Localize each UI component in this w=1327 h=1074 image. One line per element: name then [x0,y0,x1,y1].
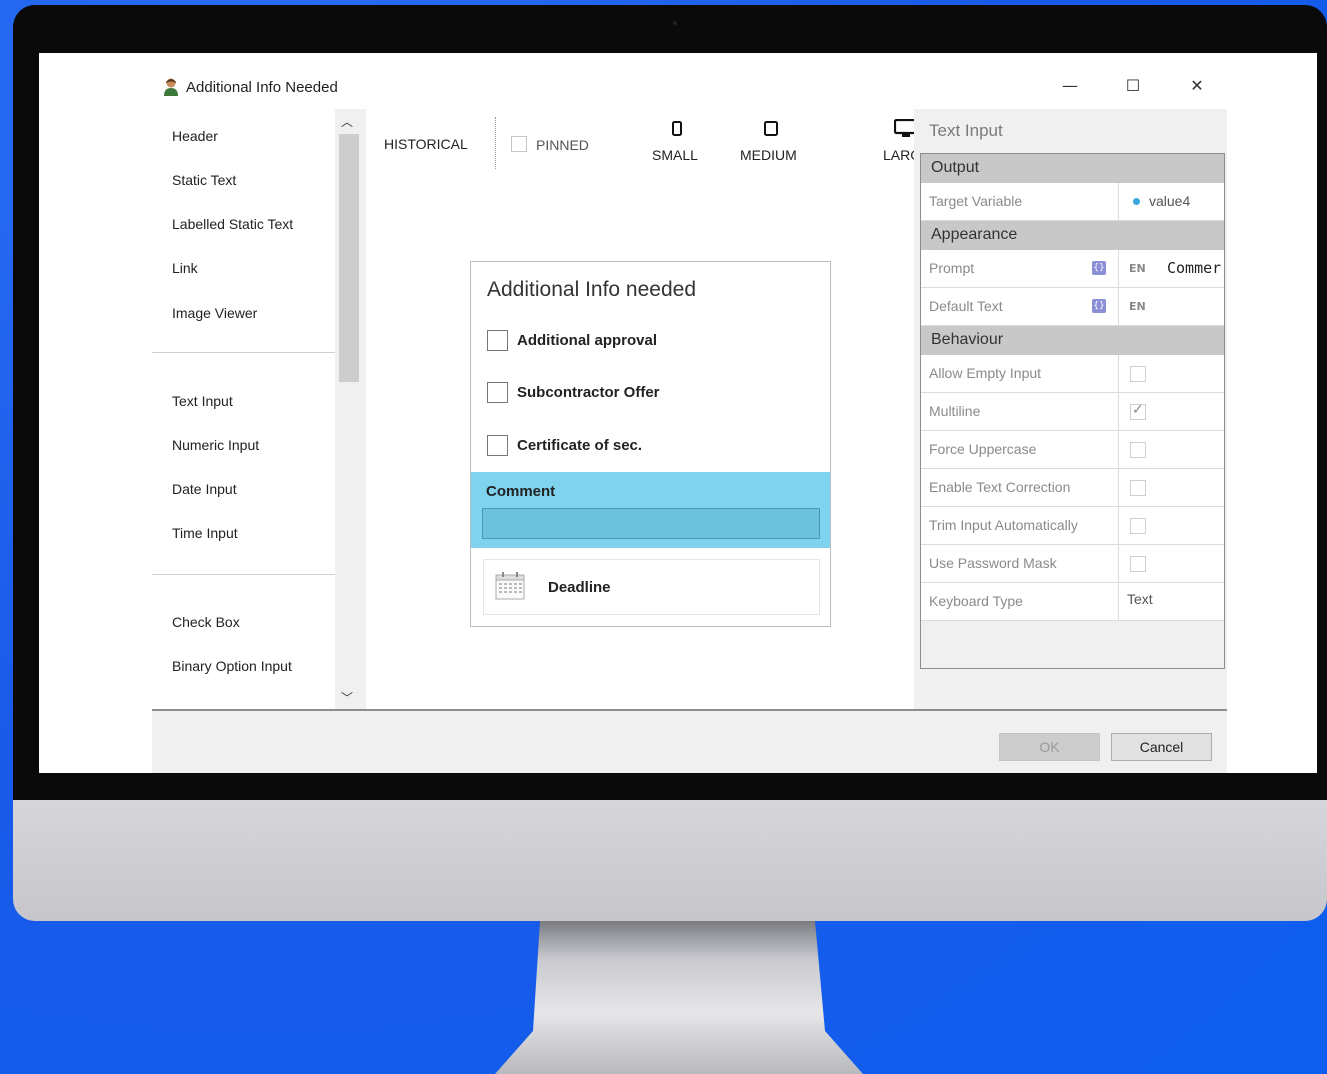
maximize-button[interactable]: ☐ [1122,75,1144,97]
checkbox-label: Additional approval [517,332,658,349]
scroll-up-icon[interactable]: ︿ [335,113,359,130]
toolbox-item-time-input[interactable]: Time Input [172,525,238,541]
minimize-button[interactable]: — [1059,75,1081,97]
target-variable-value[interactable]: value4 [1149,193,1190,209]
toolbar-divider [495,117,496,169]
toolbox-item-link[interactable]: Link [172,260,198,276]
property-keyboard-type[interactable]: Keyboard Type Text [921,583,1224,621]
toolbox-item-text-input[interactable]: Text Input [172,393,233,409]
camera [673,21,677,25]
properties-title: Text Input [929,121,1003,140]
calendar-icon [495,572,525,600]
property-grid: Output Target Variable value4 Appearance… [920,153,1225,669]
monitor-stand [495,921,863,1074]
property-checkbox[interactable] [1130,480,1146,496]
toolbox-item-check-box[interactable]: Check Box [172,614,240,630]
comment-input[interactable] [482,508,820,539]
medium-size-button[interactable]: MEDIUM [740,147,797,163]
deadline-label: Deadline [548,579,611,596]
toolbox-item-binary-option-input[interactable]: Binary Option Input [172,658,292,674]
localize-icon[interactable]: {} [1092,261,1106,275]
checkbox-label: Subcontractor Offer [517,384,660,401]
checkbox-box[interactable] [487,435,508,456]
toolbox-item-header[interactable]: Header [172,128,218,144]
property-use-password-mask[interactable]: Use Password Mask [921,545,1224,583]
toolbox-item-image-viewer[interactable]: Image Viewer [172,305,257,321]
monitor-chin [13,800,1327,921]
user-icon [164,78,178,96]
property-checkbox[interactable]: ✓ [1130,402,1146,420]
check-icon: ✓ [1132,402,1144,418]
properties-panel: Text Input Output Target Variable value4… [914,109,1227,709]
language-tag: EN [1129,262,1146,275]
toolbox-item-static-text[interactable]: Static Text [172,172,236,188]
property-enable-text-correction[interactable]: Enable Text Correction [921,469,1224,507]
phone-icon[interactable] [670,121,684,137]
checkbox-box[interactable] [487,330,508,351]
title-bar: Additional Info Needed — ☐ ✕ [39,53,1317,109]
keyboard-type-value[interactable]: Text [1127,591,1153,607]
pinned-label: PINNED [536,137,589,153]
checkbox-label: Certificate of sec. [517,437,643,454]
property-checkbox[interactable] [1130,556,1146,572]
section-output[interactable]: Output [921,154,1224,183]
tablet-icon[interactable] [763,121,779,137]
toolbox-divider [152,574,335,575]
variable-dot-icon [1133,198,1140,205]
toolbox: Header Static Text Labelled Static Text … [152,109,335,709]
form-preview: Additional Info needed Additional approv… [470,261,831,627]
toolbox-item-date-input[interactable]: Date Input [172,481,237,497]
cancel-button[interactable]: Cancel [1111,733,1212,761]
section-behaviour[interactable]: Behaviour [921,326,1224,355]
close-button[interactable]: ✕ [1186,75,1208,97]
property-allow-empty-input[interactable]: Allow Empty Input [921,355,1224,393]
dialog-footer: OK Cancel [152,709,1227,773]
scroll-down-icon[interactable]: ﹀ [335,689,359,706]
small-size-button[interactable]: SMALL [652,147,698,163]
localize-icon[interactable]: {} [1092,299,1106,313]
deadline-field[interactable]: Deadline [483,559,820,615]
property-target-variable[interactable]: Target Variable value4 [921,183,1224,221]
property-multiline[interactable]: Multiline ✓ [921,393,1224,431]
design-canvas: HISTORICAL PINNED SMALL MEDIUM LARGE Add… [366,109,930,709]
property-prompt[interactable]: Prompt {} EN Commer [921,250,1224,288]
language-tag: EN [1129,300,1146,313]
toolbox-scrollbar[interactable]: ︿ ﹀ [335,109,366,709]
comment-field-selected[interactable]: Comment [471,472,830,548]
pinned-checkbox[interactable] [511,136,527,152]
prompt-value[interactable]: Commer [1167,259,1221,277]
form-title: Additional Info needed [487,278,697,301]
property-checkbox[interactable] [1130,366,1146,382]
scroll-thumb[interactable] [339,134,359,382]
property-force-uppercase[interactable]: Force Uppercase [921,431,1224,469]
property-checkbox[interactable] [1130,518,1146,534]
window-title: Additional Info Needed [186,79,338,96]
ok-button[interactable]: OK [999,733,1100,761]
historical-toggle[interactable]: HISTORICAL [384,136,468,152]
section-appearance[interactable]: Appearance [921,221,1224,250]
property-trim-input[interactable]: Trim Input Automatically [921,507,1224,545]
screen: Additional Info Needed — ☐ ✕ Header Stat… [39,53,1317,773]
checkbox-box[interactable] [487,382,508,403]
toolbox-item-numeric-input[interactable]: Numeric Input [172,437,259,453]
toolbox-item-labelled-static-text[interactable]: Labelled Static Text [172,216,293,232]
property-default-text[interactable]: Default Text {} EN [921,288,1224,326]
toolbox-divider [152,352,335,353]
comment-label: Comment [486,483,556,500]
property-checkbox[interactable] [1130,442,1146,458]
